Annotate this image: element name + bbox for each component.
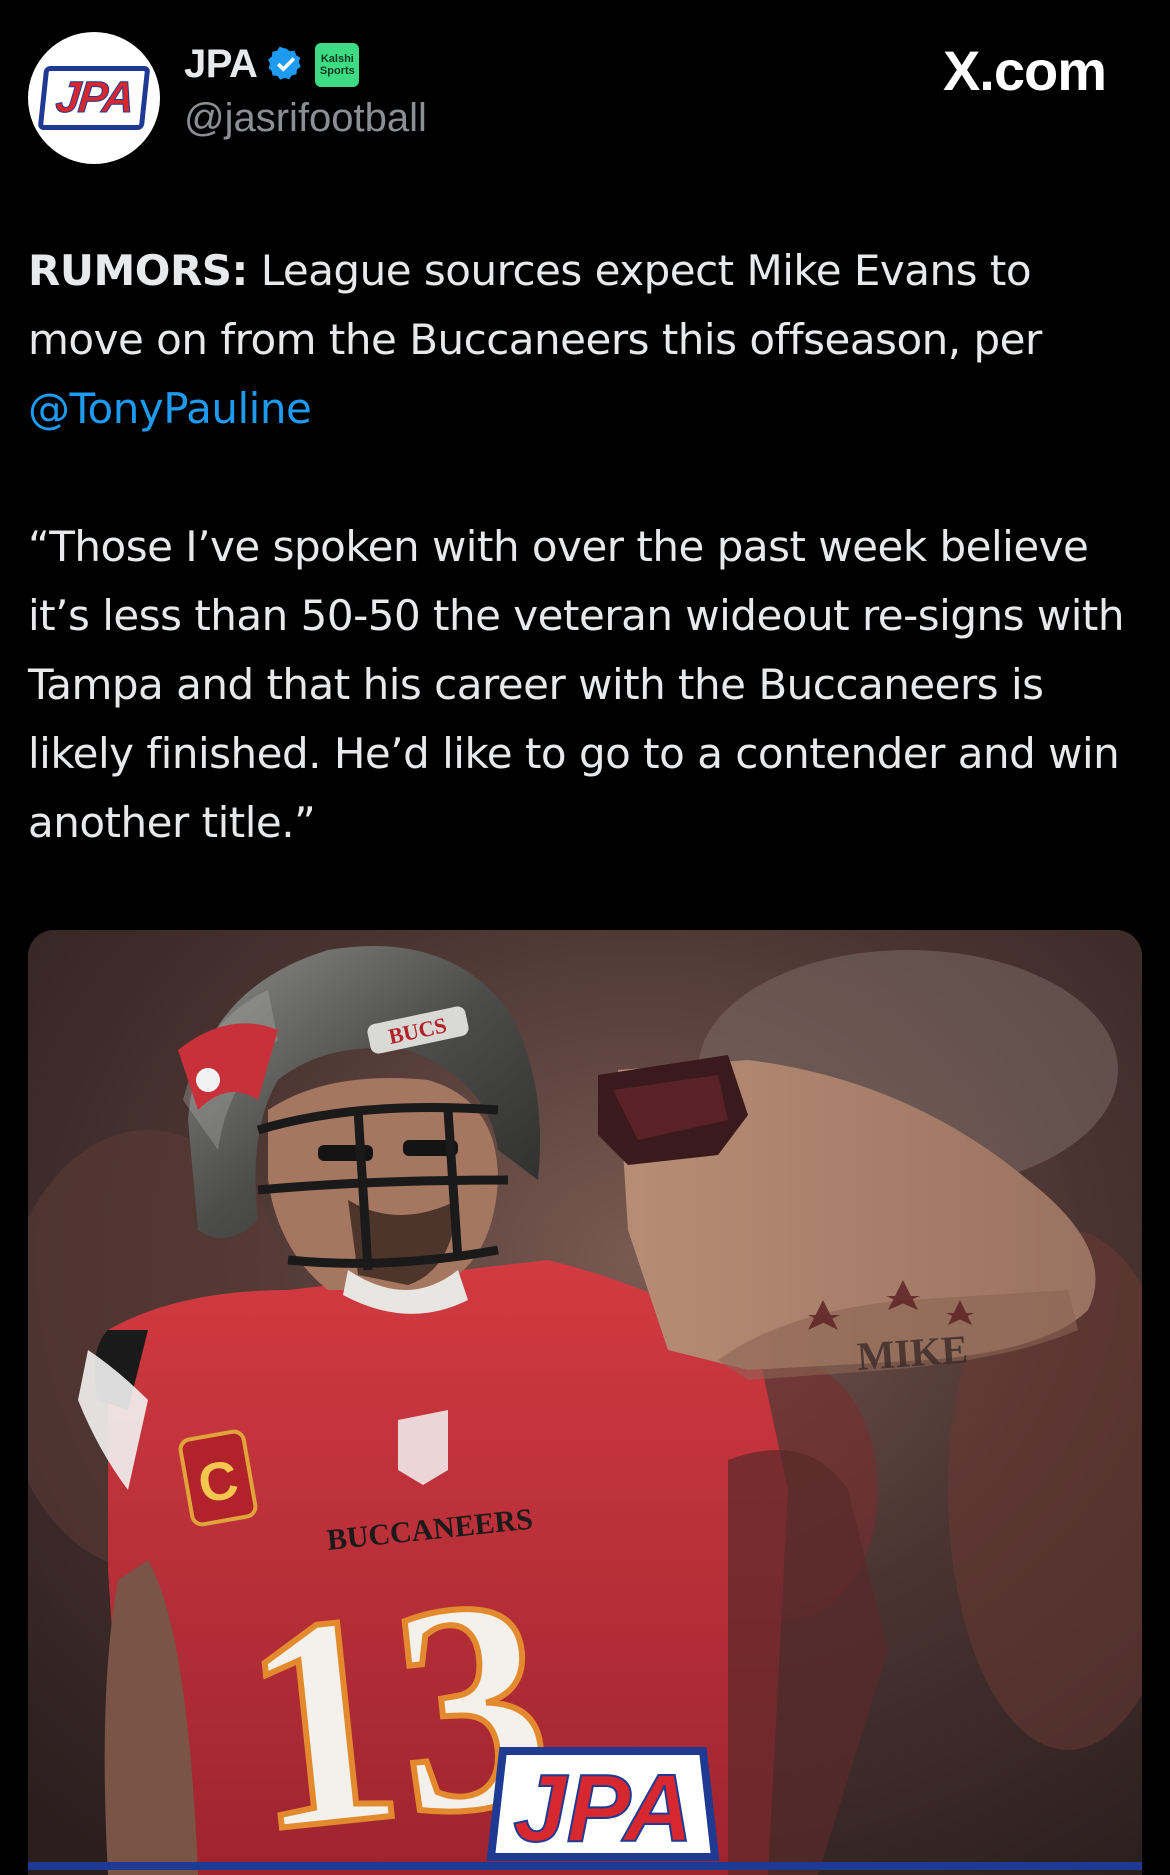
user-handle[interactable]: @jasrifootball <box>184 96 427 141</box>
site-label: X.com <box>942 39 1107 102</box>
tweet-header: JPA JPA Kalshi Sports @jasrifootball X.c… <box>0 0 1170 180</box>
tweet-paragraph-1: RUMORS: League sources expect Mike Evans… <box>28 236 1138 443</box>
affiliate-badge-label: Kalshi Sports <box>319 52 355 77</box>
mention-link[interactable]: @TonyPauline <box>28 384 312 433</box>
jpa-logo: JPA <box>37 66 151 130</box>
name-row: JPA Kalshi Sports <box>184 42 360 87</box>
nfl-shield-icon <box>398 1410 448 1485</box>
arm-tattoo-text: MIKE <box>855 1326 969 1379</box>
avatar[interactable]: JPA <box>28 32 160 164</box>
tweet-quote: “Those I’ve spoken with over the past we… <box>28 522 1124 847</box>
media-bottom-border <box>28 1862 1142 1870</box>
tweet-media-image[interactable]: MIKE BUCS BUCCANEERS 13 C JPA <box>28 930 1142 1875</box>
tweet-text: RUMORS: League sources expect Mike Evans… <box>28 236 1138 857</box>
player-photo: MIKE BUCS BUCCANEERS 13 C <box>28 930 1142 1875</box>
verified-badge-icon <box>268 46 302 80</box>
watermark-text: JPA <box>513 1755 693 1862</box>
display-name[interactable]: JPA <box>184 42 258 87</box>
rumors-tag: RUMORS: <box>28 246 248 295</box>
affiliate-badge[interactable]: Kalshi Sports <box>315 42 360 87</box>
jpa-watermark-logo: JPA <box>486 1747 720 1863</box>
